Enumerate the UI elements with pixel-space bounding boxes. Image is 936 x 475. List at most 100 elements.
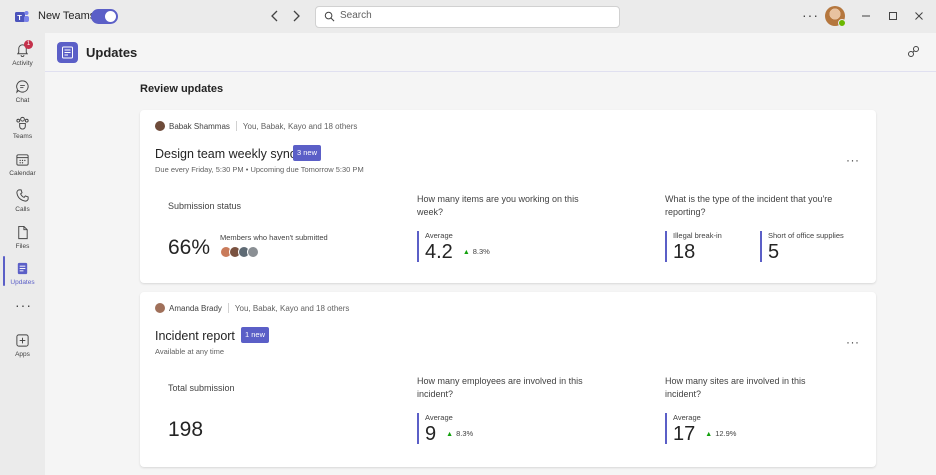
phone-icon [16,189,29,202]
more-apps-icon[interactable]: ··· [15,297,32,313]
rail-item-chat[interactable]: Chat [0,77,45,113]
left-rail: 1 Activity Chat Teams Calendar Calls Fil… [0,33,45,475]
stat-label: Average [425,413,453,422]
rail-item-teams[interactable]: Teams [0,113,45,149]
owner-avatar [155,121,165,131]
search-input[interactable] [340,10,610,21]
apps-icon [16,334,29,347]
metric-label: Submission status [168,201,242,211]
rail-item-activity[interactable]: 1 Activity [0,40,45,76]
members-label: Members who haven't submitted [220,233,328,242]
card-title[interactable]: Design team weekly sync [155,147,296,161]
rail-active-indicator [3,256,5,286]
trend-value: 12.9% [715,429,737,438]
metric-label: Total submission [168,383,235,393]
title-bar: T New Teams ··· [0,0,936,33]
forward-arrow-icon[interactable] [289,9,303,23]
card-title[interactable]: Incident report [155,329,235,343]
members-avatars[interactable] [220,246,259,258]
rail-item-apps[interactable]: Apps [0,331,45,367]
card-owner-row: Amanda Brady You, Babak, Kayo and 18 oth… [155,302,349,314]
page-header: Updates [45,33,936,72]
rail-label: Chat [15,97,30,104]
audience-text: You, Babak, Kayo and 18 others [234,303,350,313]
toggle-knob [105,11,116,22]
rail-item-updates[interactable]: Updates [0,259,45,295]
trend: ▲ 12.9% [705,429,736,438]
new-count-badge: 1 new [241,327,270,343]
rail-item-calendar[interactable]: Calendar [0,150,45,186]
stat-option: Illegal break-in 18 [665,231,722,263]
question-label: What is the type of the incident that yo… [665,194,833,217]
card-subtitle: Due every Friday, 5:30 PM • Upcoming due… [155,165,364,174]
updates-app-icon [57,42,78,63]
section-title: Review updates [140,83,224,95]
stat-option: Short of office supplies 5 [760,231,844,263]
card-more-options-icon[interactable]: ··· [846,153,860,167]
trend-value: 8.3% [472,247,490,256]
app-name: New Teams [38,10,96,22]
back-arrow-icon[interactable] [268,9,282,23]
question-label: How many employees are involved in this … [417,376,583,399]
updates-icon [17,262,28,275]
chat-icon [16,80,29,94]
rail-label: Teams [12,133,33,140]
close-icon[interactable] [911,8,927,24]
stat-label: Average [425,231,453,240]
card-more-options-icon[interactable]: ··· [846,335,860,349]
search-box[interactable] [315,6,620,28]
rail-item-files[interactable]: Files [0,223,45,259]
minimize-icon[interactable] [858,8,874,24]
rail-label: Calendar [9,170,36,177]
file-icon [18,225,28,240]
stat-value: 18 [673,241,696,263]
stat-average: Average 4.2 ▲ 8.3% [417,231,490,263]
calendar-icon [16,154,29,166]
question-label: How many items are you working on this w… [417,194,579,217]
avatar [247,246,259,258]
owner-avatar [155,303,165,313]
trend-up-icon: ▲ [462,249,470,256]
rail-label: Calls [15,206,30,213]
rail-item-calls[interactable]: Calls [0,186,45,222]
teams-icon [16,116,29,130]
rail-label: Activity [12,60,33,67]
new-count-badge: 3 new [293,145,322,161]
maximize-icon[interactable] [885,8,901,24]
trend: ▲ 8.3% [463,247,490,256]
new-teams-toggle[interactable] [91,9,118,24]
trend: ▲ 8.3% [446,429,473,438]
teams-logo-icon: T [15,11,29,22]
presence-available-icon [838,19,846,27]
stat-average: Average 17 ▲ 12.9% [665,413,736,445]
stat-value: 5 [768,241,780,263]
rail-label: Files [15,243,30,250]
divider [227,303,229,313]
page-title: Updates [86,45,138,60]
more-options-icon[interactable]: ··· [802,7,819,23]
update-card[interactable]: Babak Shammas You, Babak, Kayo and 18 ot… [140,110,876,283]
stat-label: Average [673,413,701,422]
stat-label: Illegal break-in [673,231,722,240]
card-subtitle: Available at any time [155,347,225,356]
svg-text:T: T [17,13,22,22]
question-label: How many sites are involved in this inci… [665,376,806,399]
trend-up-icon: ▲ [705,431,713,438]
divider [235,121,237,131]
stat-average: Average 9 ▲ 8.3% [417,413,473,445]
rail-label: Updates [10,279,35,286]
stat-value: 17 [673,423,696,445]
owner-name: Amanda Brady [169,303,222,313]
metric-value: 198 [168,418,204,441]
rail-label: Apps [15,351,30,358]
metric-value: 66% [168,236,211,259]
owner-name: Babak Shammas [169,121,230,131]
card-owner-row: Babak Shammas You, Babak, Kayo and 18 ot… [155,120,357,132]
link-icon[interactable] [907,45,920,58]
audience-text: You, Babak, Kayo and 18 others [242,121,358,131]
trend-up-icon: ▲ [446,431,454,438]
activity-badge: 1 [24,40,33,49]
update-card[interactable]: Amanda Brady You, Babak, Kayo and 18 oth… [140,292,876,467]
stat-value: 4.2 [425,241,453,263]
search-icon [324,11,335,22]
